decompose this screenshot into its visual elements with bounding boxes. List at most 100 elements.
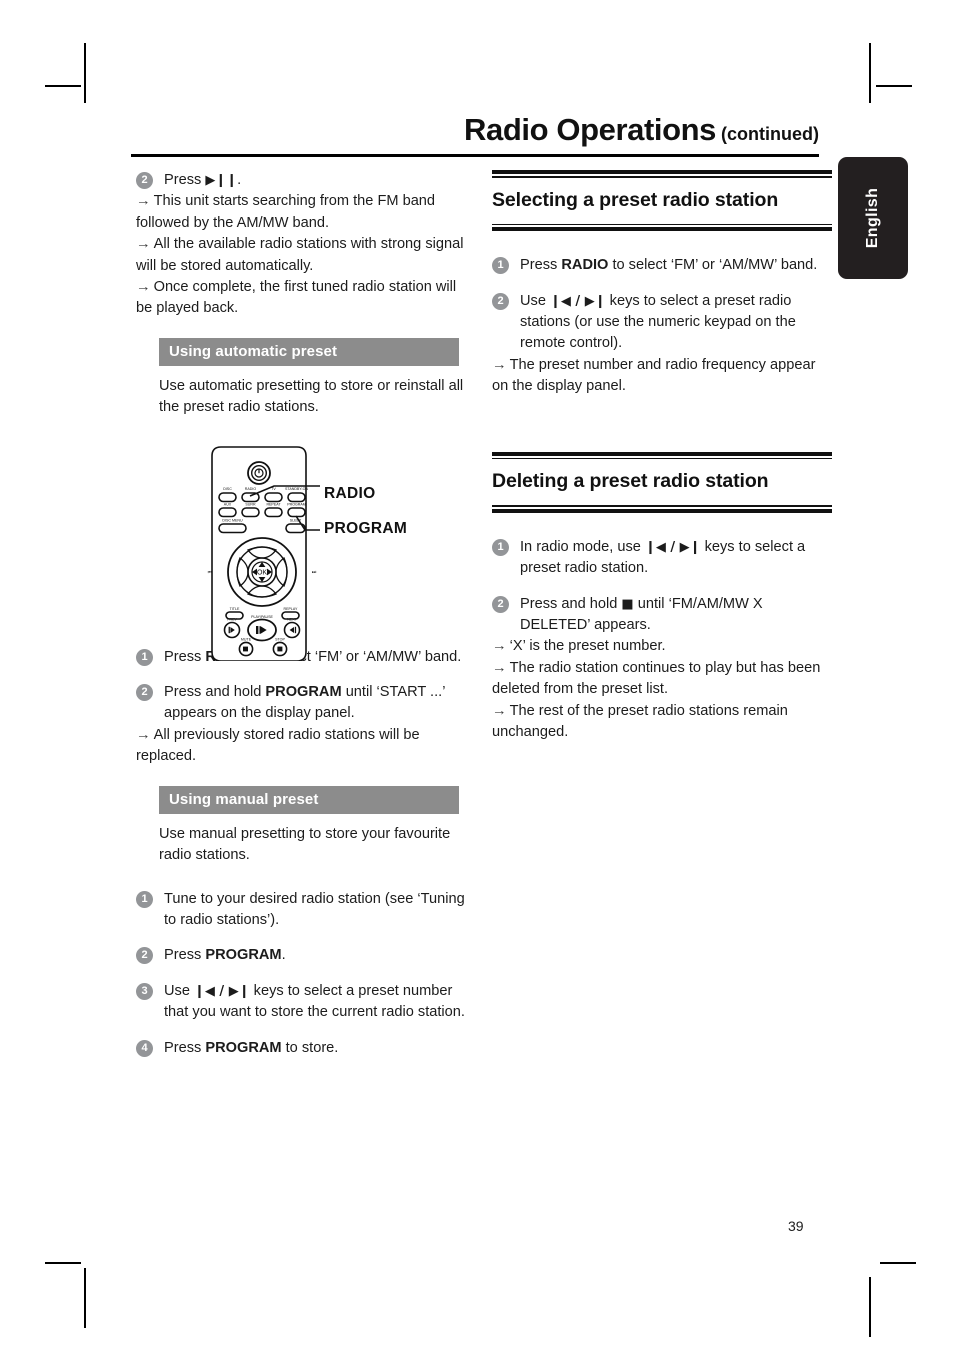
result-line: → All previously stored radio stations wi… <box>136 725 476 768</box>
result-line: → The rest of the preset radio stations r… <box>492 701 832 744</box>
step-text-pre: Press <box>164 1039 206 1056</box>
crop-mark-top-left-horizontal <box>45 85 81 87</box>
step-text-pre: Press <box>164 947 206 964</box>
crop-mark-top-right-horizontal <box>876 85 912 87</box>
step-item: 4 Press PROGRAM to store. <box>136 1038 476 1059</box>
svg-text:STOP: STOP <box>275 638 285 642</box>
step-text-post: to select ‘FM’ or ‘AM/MW’ band. <box>608 257 818 274</box>
svg-text:PROGRAM: PROGRAM <box>287 503 306 507</box>
step-item: 1 Press RADIO to select ‘FM’ or ‘AM/MW’ … <box>492 255 832 276</box>
language-tab-label: English <box>864 187 881 249</box>
result-line: → The preset number and radio frequency a… <box>492 355 832 398</box>
section-rule-bottom-thick <box>492 227 832 232</box>
arrow-icon: → <box>492 638 507 655</box>
remote-control-figure: DISC RADIO TV STANDBY-ON AUX SURR REPEAT… <box>190 446 460 662</box>
section-title-selecting: Selecting a preset radio station <box>492 188 779 211</box>
play-pause-icon: ▶❙❙ <box>205 173 238 188</box>
step-text-pre: Press and hold <box>520 595 622 612</box>
result-text: The radio station continues to play but … <box>492 659 821 698</box>
step-number: 1 <box>136 648 153 666</box>
svg-text:⏮: ⏮ <box>208 570 213 576</box>
section-selecting-preset: Selecting a preset radio station <box>492 170 832 232</box>
step-text-pre: Tune to your desired radio station (see … <box>164 890 465 928</box>
arrow-icon: → <box>136 726 151 743</box>
page-title: Radio Operations (continued) <box>131 112 819 148</box>
step-number: 2 <box>136 947 153 965</box>
svg-text:AUX: AUX <box>224 503 232 507</box>
result-text: The rest of the preset radio stations re… <box>492 702 788 741</box>
step-text-post: to store. <box>281 1039 339 1056</box>
page-title-main: Radio Operations <box>464 112 717 147</box>
svg-text:RADIO: RADIO <box>245 487 257 491</box>
page-number: 39 <box>788 1218 804 1234</box>
subsection-heading-auto-preset: Using automatic preset <box>159 337 459 366</box>
step-text-pre: Press <box>520 257 562 274</box>
step-text-pre: Press <box>164 172 206 188</box>
result-text: This unit starts searching from the FM b… <box>136 193 436 231</box>
svg-text:REPEAT: REPEAT <box>266 503 281 507</box>
step-number: 3 <box>136 982 153 1000</box>
result-text: Once complete, the first tuned radio sta… <box>136 279 457 317</box>
step-item: 1 Tune to your desired radio station (se… <box>136 889 476 932</box>
subsection-heading-manual-preset: Using manual preset <box>159 785 459 814</box>
step-number: 1 <box>492 257 509 275</box>
crop-mark-bottom-right-horizontal <box>880 1262 916 1264</box>
step-number: 2 <box>492 292 509 310</box>
section-rule-bottom-thin <box>492 505 832 507</box>
step-item: 1 In radio mode, use ❙◀ / ▶❙ keys to sel… <box>492 537 832 580</box>
callout-label-program: PROGRAM <box>324 520 408 537</box>
section-rule-bottom-thick <box>492 508 832 513</box>
step-text-pre: Use <box>164 982 195 999</box>
arrow-icon: → <box>492 356 507 373</box>
section-title-deleting: Deleting a preset radio station <box>492 470 769 493</box>
step-number: 1 <box>492 538 509 556</box>
arrow-icon: → <box>136 193 151 210</box>
result-text: All previously stored radio stations wil… <box>136 726 420 765</box>
title-divider <box>131 154 819 157</box>
svg-text:NEXT: NEXT <box>287 618 297 622</box>
result-line: → Once complete, the first tuned radio st… <box>136 277 476 320</box>
callout-label-radio: RADIO <box>324 485 376 502</box>
step-item: 2 Press ▶❙❙. → This unit starts searching… <box>136 170 476 320</box>
step-item: 3 Use ❙◀ / ▶❙ keys to select a preset nu… <box>136 981 476 1024</box>
prev-next-icon: ❙◀ / ▶❙ <box>194 983 250 999</box>
svg-text:DISC: DISC <box>223 487 232 491</box>
crop-mark-bottom-left-horizontal <box>45 1262 81 1264</box>
arrow-icon: → <box>492 702 507 719</box>
stop-icon: ■ <box>621 596 634 612</box>
svg-text:OK: OK <box>257 570 267 577</box>
svg-text:TITLE: TITLE <box>230 607 240 611</box>
step-text-post: . <box>281 947 286 964</box>
svg-text:STANDBY-ON: STANDBY-ON <box>285 487 308 491</box>
section-rule-bottom-thin <box>492 223 832 226</box>
result-text: ‘X’ is the preset number. <box>509 638 666 655</box>
result-line: → This unit starts searching from the FM … <box>136 191 476 234</box>
step-number: 2 <box>492 595 509 613</box>
result-line: → The radio station continues to play but… <box>492 658 832 701</box>
button-name-program: PROGRAM <box>205 1039 282 1056</box>
step-text-pre: Press and hold <box>164 684 266 701</box>
svg-text:⏭: ⏭ <box>312 570 317 576</box>
remote-control-illustration: DISC RADIO TV STANDBY-ON AUX SURR REPEAT… <box>208 446 320 662</box>
step-item: 2 Use ❙◀ / ▶❙ keys to select a preset ra… <box>492 291 832 398</box>
section-deleting-preset: Deleting a preset radio station <box>492 451 832 513</box>
arrow-icon: → <box>136 279 151 296</box>
button-name-program: PROGRAM <box>205 947 282 964</box>
step-number: 2 <box>136 172 153 189</box>
prev-next-icon: ❙◀ / ▶❙ <box>550 293 606 309</box>
result-line: → ‘X’ is the preset number. <box>492 636 832 657</box>
svg-text:PREV: PREV <box>227 618 237 622</box>
crop-mark-bottom-right-vertical <box>869 1277 871 1337</box>
svg-text:DISC MENU: DISC MENU <box>222 519 243 523</box>
manual-preset-intro: Use manual presetting to store your favo… <box>159 825 451 864</box>
step-item: 2 Press and hold PROGRAM until ‘START ..… <box>136 682 476 768</box>
result-text: All the available radio stations with st… <box>136 236 464 274</box>
prev-next-icon: ❙◀ / ▶❙ <box>644 539 701 555</box>
section-rule-top-thick <box>492 170 832 174</box>
step-text-pre: Use <box>520 292 551 309</box>
page-title-continued: (continued) <box>721 124 819 144</box>
button-name-program: PROGRAM <box>265 684 342 701</box>
crop-mark-top-left-vertical <box>84 43 86 103</box>
svg-text:MUTE: MUTE <box>241 638 252 642</box>
crop-mark-top-right-vertical <box>869 43 871 103</box>
